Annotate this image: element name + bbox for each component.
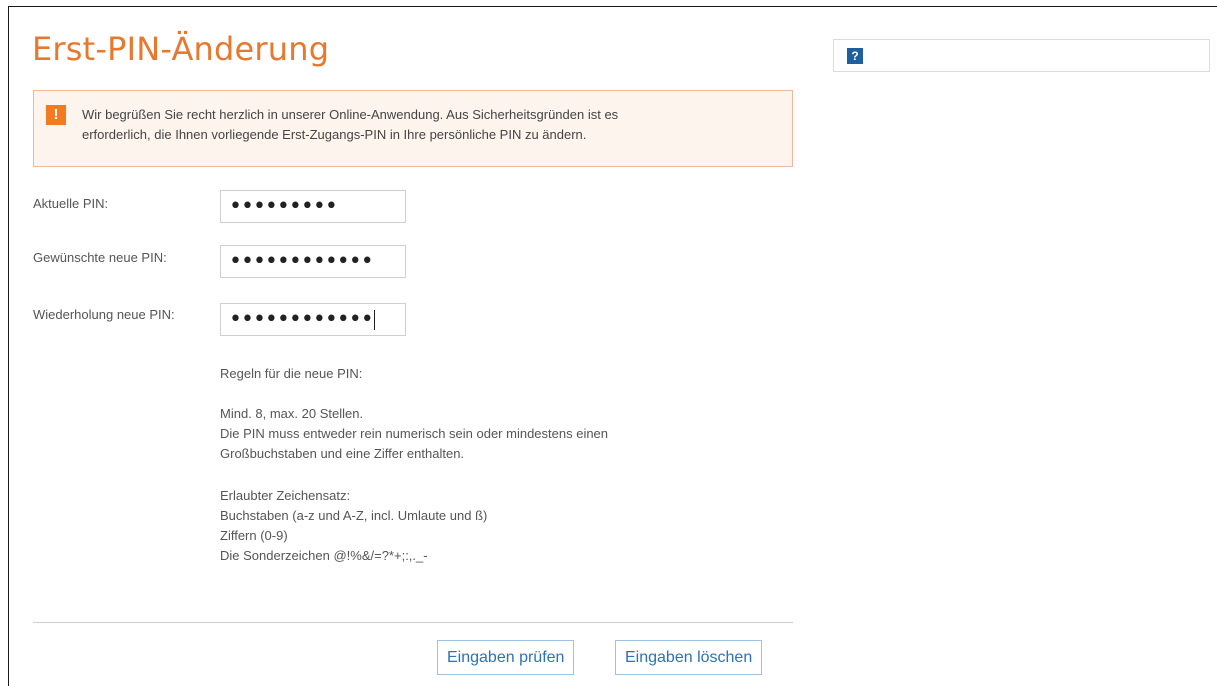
repeat-pin-label: Wiederholung neue PIN:: [33, 307, 175, 322]
warning-icon: !: [46, 105, 66, 125]
new-pin-label: Gewünschte neue PIN:: [33, 250, 167, 265]
repeat-pin-value: ••••••••••••: [229, 307, 374, 332]
check-input-button[interactable]: Eingaben prüfen: [437, 640, 575, 675]
new-pin-input[interactable]: ••••••••••••: [220, 245, 406, 278]
info-notice: ! Wir begrüßen Sie recht herzlich in uns…: [33, 90, 793, 167]
rules-charset-heading: Erlaubter Zeichensatz:: [220, 488, 351, 503]
rules-composition-2: Großbuchstaben und eine Ziffer enthalten…: [220, 446, 465, 461]
notice-text: Wir begrüßen Sie recht herzlich in unser…: [82, 105, 782, 145]
current-pin-input[interactable]: •••••••••: [220, 190, 406, 223]
rules-charset-special: Die Sonderzeichen @!%&/=?*+;:,._-: [220, 548, 428, 563]
rules-heading: Regeln für die neue PIN:: [220, 366, 363, 381]
rules-length: Mind. 8, max. 20 Stellen.: [220, 406, 364, 421]
text-cursor: [373, 310, 375, 330]
page-title: Erst-PIN-Änderung: [32, 30, 330, 68]
rules-composition-1: Die PIN muss entweder rein numerisch sei…: [220, 426, 609, 441]
notice-line-2: erforderlich, die Ihnen vorliegende Erst…: [82, 127, 587, 142]
current-pin-value: •••••••••: [229, 194, 338, 219]
repeat-pin-input[interactable]: ••••••••••••: [220, 303, 406, 336]
help-panel: ?: [833, 39, 1210, 72]
rules-charset-letters: Buchstaben (a-z und A-Z, incl. Umlaute u…: [220, 508, 488, 523]
notice-line-1: Wir begrüßen Sie recht herzlich in unser…: [82, 107, 619, 122]
rules-charset-digits: Ziffern (0-9): [220, 528, 288, 543]
help-icon[interactable]: ?: [847, 48, 863, 64]
new-pin-value: ••••••••••••: [229, 249, 374, 274]
current-pin-label: Aktuelle PIN:: [33, 196, 109, 211]
clear-input-button[interactable]: Eingaben löschen: [615, 640, 763, 675]
form-divider: [33, 622, 793, 623]
